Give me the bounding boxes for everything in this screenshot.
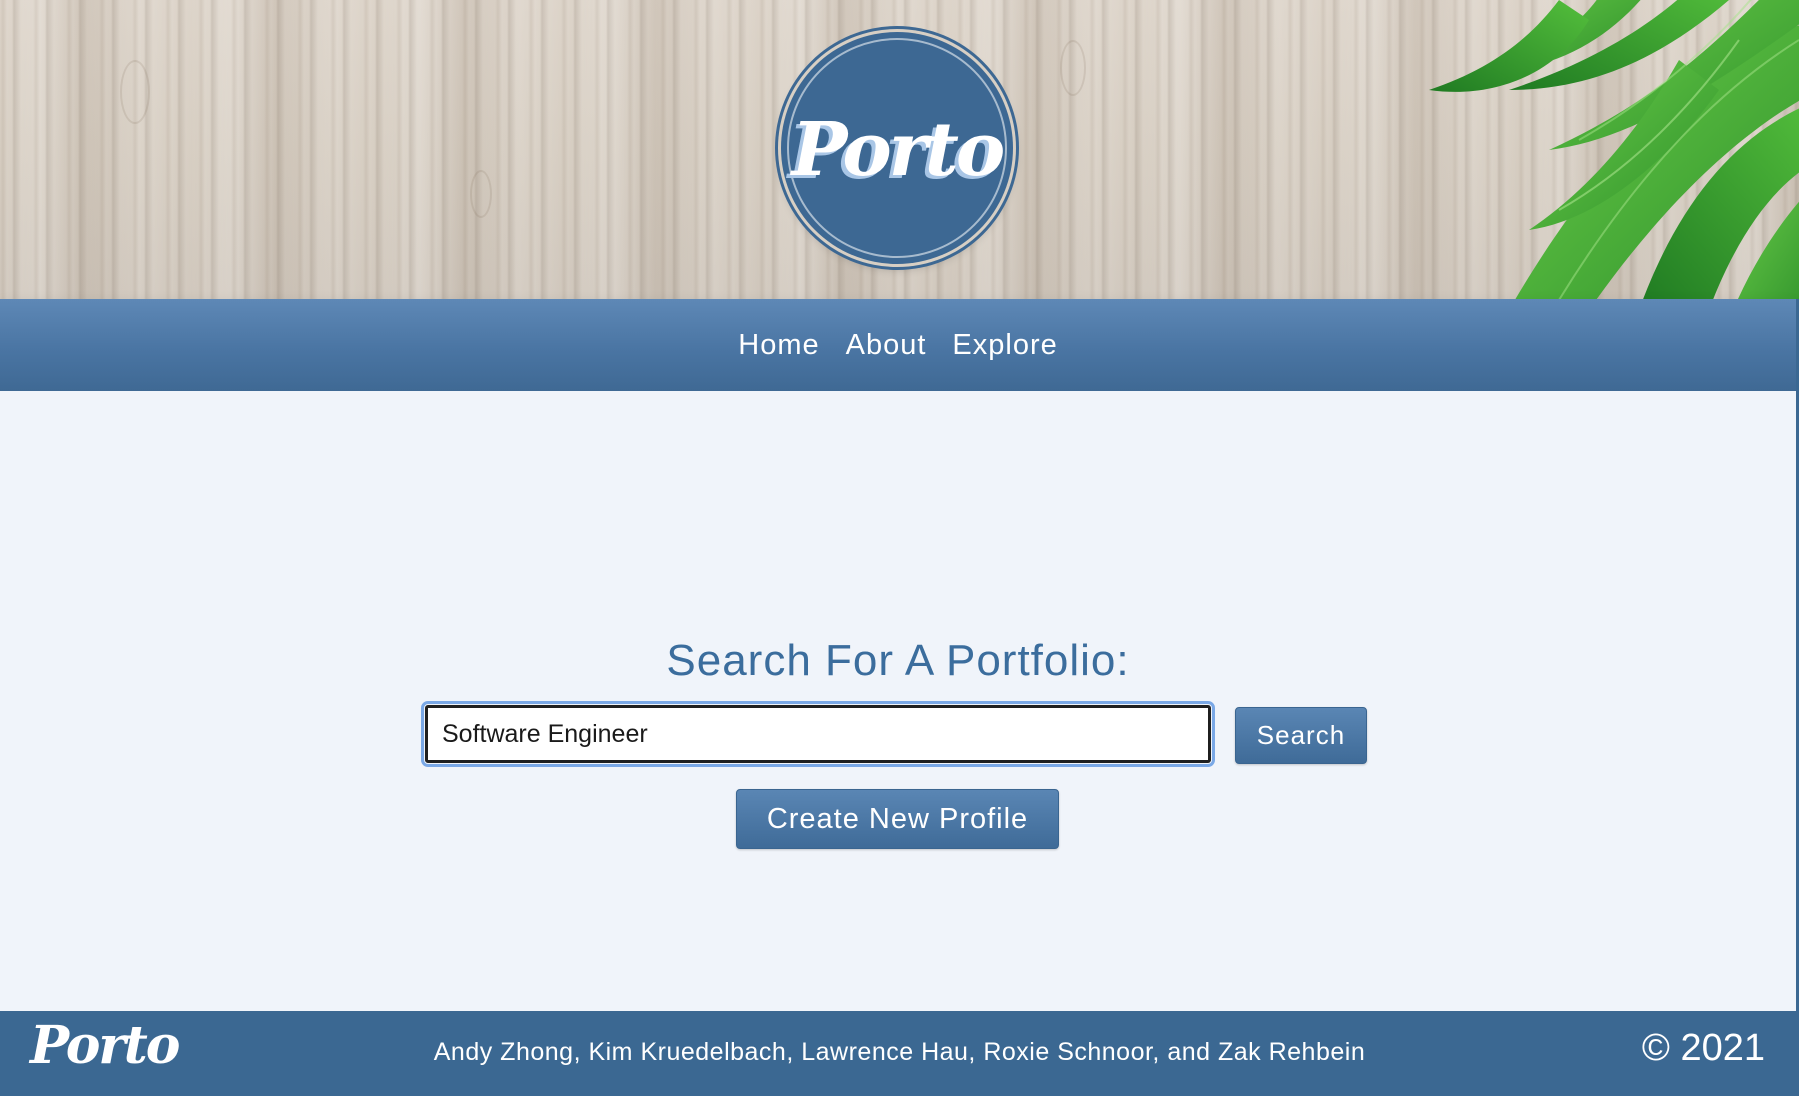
nav-explore[interactable]: Explore xyxy=(952,329,1057,362)
footer: Porto Andy Zhong, Kim Kruedelbach, Lawre… xyxy=(0,1011,1799,1096)
create-profile-button[interactable]: Create New Profile xyxy=(736,789,1059,849)
main-content: Search For A Portfolio: Search Create Ne… xyxy=(0,391,1796,1011)
page: Porto Home About Explore Search For A Po… xyxy=(0,0,1799,1096)
wood-knot xyxy=(470,170,492,218)
porto-logo[interactable]: Porto xyxy=(781,32,1013,264)
search-button[interactable]: Search xyxy=(1235,707,1367,764)
logo-text: Porto xyxy=(791,107,1006,193)
wood-knot xyxy=(1060,40,1086,96)
main-nav: Home About Explore xyxy=(0,299,1796,391)
nav-about[interactable]: About xyxy=(846,329,927,362)
search-input[interactable] xyxy=(421,701,1215,767)
footer-copyright: © 2021 xyxy=(1641,1027,1765,1069)
footer-credits: Andy Zhong, Kim Kruedelbach, Lawrence Ha… xyxy=(433,1038,1366,1066)
search-heading: Search For A Portfolio: xyxy=(666,636,1130,685)
wood-knot xyxy=(120,60,150,124)
hero-banner: Porto xyxy=(0,0,1799,299)
nav-home[interactable]: Home xyxy=(738,329,819,362)
leaves-image xyxy=(1429,0,1799,299)
